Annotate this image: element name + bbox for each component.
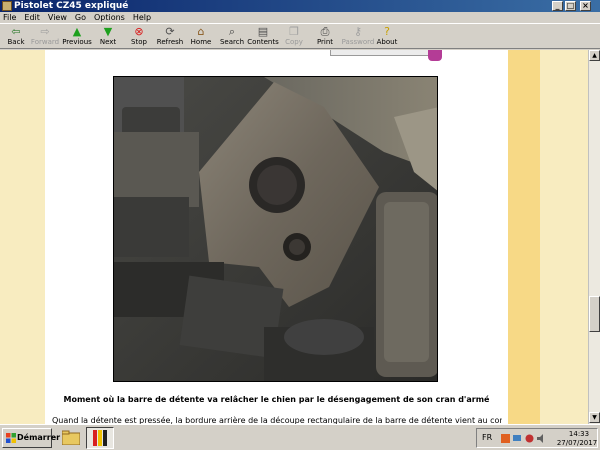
scroll-up-button[interactable]: ▲ [589,50,600,61]
language-indicator[interactable]: FR [482,433,492,442]
clock-time[interactable]: 14:33 [561,430,597,438]
home-icon: ⌂ [197,25,205,38]
taskbar: Démarrer FR 14:33 27/07/2017 [0,424,600,450]
start-label: Démarrer [17,433,61,442]
security-icon[interactable] [525,434,534,443]
search-icon: ⌕ [228,25,236,38]
taskbar-app-help-viewer[interactable] [86,427,114,449]
help-viewer-icon [93,430,107,446]
refresh-icon: ⟳ [165,25,175,38]
mechanism-photo-graphic [114,77,437,381]
forward-arrow-icon: ⇨ [40,25,50,38]
contents-icon: ▤ [257,25,269,38]
page-top-accent [428,50,442,61]
page-margin-right [540,50,588,424]
home-button[interactable]: ⌂ Home [185,25,217,49]
copy-icon: ❐ [289,25,299,38]
toolbar: ⇦ Back ⇨ Forward ▲ Previous ▼ Next ⊗ Sto… [0,23,600,49]
scroll-thumb[interactable] [589,296,600,332]
menu-edit[interactable]: Edit [24,12,40,23]
page-margin-right-gold [508,50,540,424]
folder-icon[interactable] [62,430,80,445]
menu-options[interactable]: Options [94,12,125,23]
print-icon: ⎙ [320,25,330,38]
windows-logo-icon [6,433,16,443]
mechanism-photo [113,76,438,382]
contents-button[interactable]: ▤ Contents [247,25,279,49]
tray-app-icon[interactable] [501,434,510,443]
copy-button[interactable]: ❐ Copy [278,25,310,49]
photo-caption: Moment où la barre de détente va relâche… [63,395,490,404]
minimize-button[interactable]: _ [552,1,563,11]
menu-file[interactable]: File [3,12,16,23]
volume-icon[interactable] [537,434,546,443]
stop-icon: ⊗ [134,25,144,38]
app-icon [2,1,12,11]
about-button[interactable]: ? About [371,25,403,49]
menu-go[interactable]: Go [75,12,86,23]
body-paragraph: Quand la détente est pressée, la bordure… [52,416,502,424]
back-arrow-icon: ⇦ [11,25,21,38]
menu-bar: File Edit View Go Options Help [0,12,600,23]
next-arrow-icon: ▼ [103,25,113,38]
menu-help[interactable]: Help [133,12,151,23]
forward-button[interactable]: ⇨ Forward [29,25,61,49]
start-button[interactable]: Démarrer [2,428,60,448]
scroll-down-button[interactable]: ▼ [589,412,600,423]
system-tray: FR 14:33 27/07/2017 [476,428,598,448]
maximize-button[interactable]: □ [565,1,576,11]
stop-button[interactable]: ⊗ Stop [123,25,155,49]
network-icon[interactable] [513,434,522,443]
previous-arrow-icon: ▲ [72,25,82,38]
about-icon: ? [384,25,390,38]
content-pane[interactable]: Moment où la barre de détente va relâche… [0,50,588,424]
clock-date[interactable]: 27/07/2017 [555,439,599,447]
back-button[interactable]: ⇦ Back [0,25,32,49]
window-title: Pistolet CZ45 expliqué [14,1,129,11]
next-button[interactable]: ▼ Next [92,25,124,49]
page-margin-left [0,50,45,424]
title-bar: Pistolet CZ45 expliqué _ □ × [0,0,600,12]
refresh-button[interactable]: ⟳ Refresh [154,25,186,49]
page-top-graphic [330,50,430,56]
previous-button[interactable]: ▲ Previous [61,25,93,49]
print-button[interactable]: ⎙ Print [309,25,341,49]
search-button[interactable]: ⌕ Search [216,25,248,49]
menu-view[interactable]: View [48,12,67,23]
close-button[interactable]: × [580,1,591,11]
vertical-scrollbar[interactable]: ▲ ▼ [588,50,600,424]
